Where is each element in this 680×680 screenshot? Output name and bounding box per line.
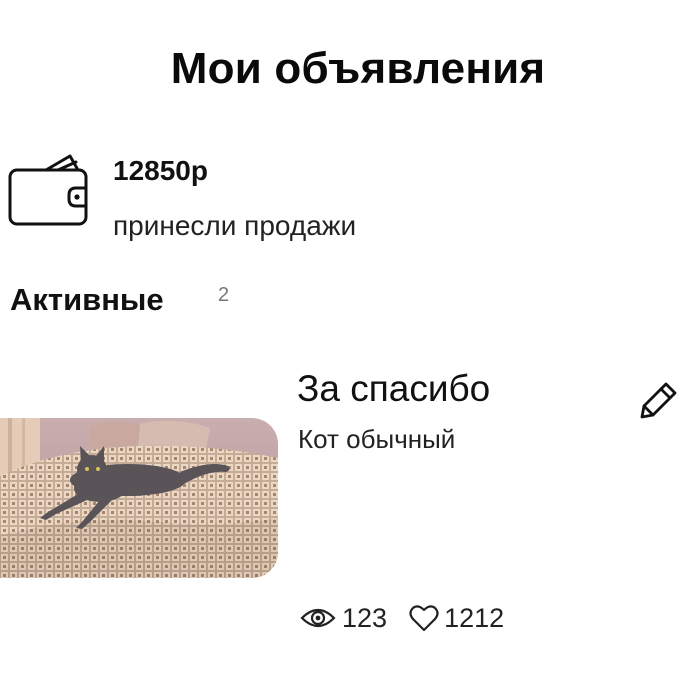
listing-title[interactable]: За спасибо <box>297 368 490 410</box>
listing-photo[interactable] <box>0 418 278 578</box>
pencil-icon <box>640 382 677 419</box>
wallet-icon <box>8 154 88 226</box>
edit-listing-button[interactable] <box>632 376 680 424</box>
heart-icon[interactable] <box>409 604 439 632</box>
active-count: 2 <box>218 284 230 306</box>
sales-amount: 12850р <box>113 155 208 186</box>
section-title-active[interactable]: Активные <box>10 282 164 318</box>
likes-count: 1212 <box>444 602 505 633</box>
listing-subtitle: Кот обычный <box>298 424 456 454</box>
likes-stat[interactable]: 1212 <box>387 603 504 634</box>
page-title: Мои объявления <box>170 44 546 93</box>
eye-icon <box>300 608 336 628</box>
views-count: 123 <box>342 602 388 633</box>
cat-photo <box>0 418 278 578</box>
sales-caption: принесли продажи <box>113 210 357 241</box>
views-stat: 123 <box>300 603 387 634</box>
listing-stats: 123 1212 <box>300 598 504 638</box>
